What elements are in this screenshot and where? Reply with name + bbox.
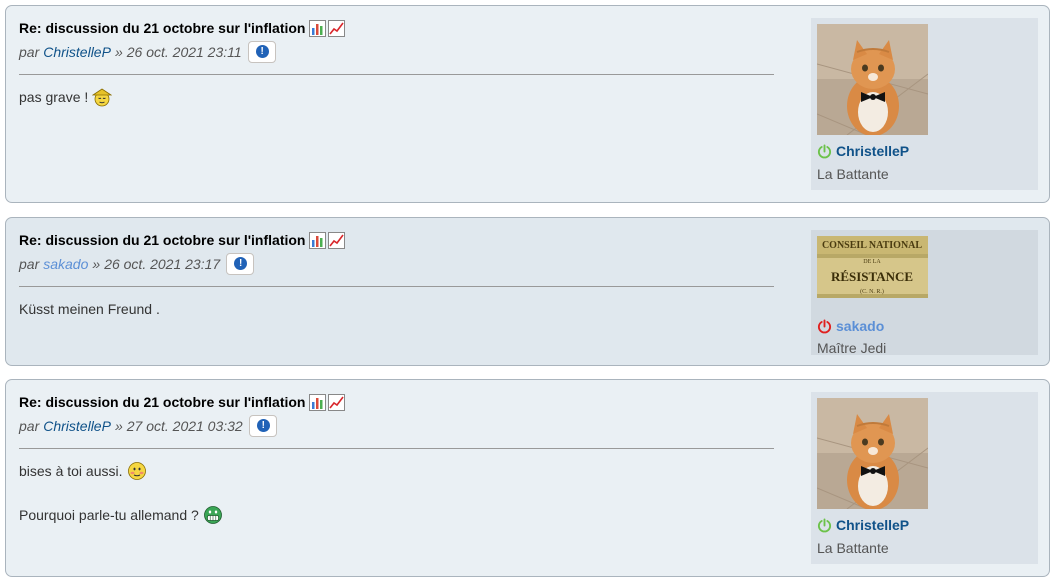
post-author-link[interactable]: sakado [43,256,88,272]
post-profile: ChristelleP La Battante [811,392,1038,564]
divider [19,448,774,449]
post-title: Re: discussion du 21 octobre sur l'infla… [19,18,774,38]
report-icon: ! [256,419,270,432]
by-label: par [19,256,40,272]
blushing-smiley-icon [127,462,146,480]
trend-chart-icon [328,20,345,37]
bar-chart-icon [309,232,326,249]
content-line: bises à toi aussi. [19,461,774,481]
divider [19,286,774,287]
svg-text:CONSEIL NATIONAL: CONSEIL NATIONAL [822,240,922,251]
report-button[interactable]: ! [247,41,276,63]
profile-username[interactable]: ChristelleP [817,517,909,533]
post-author-link[interactable]: ChristelleP [43,44,111,60]
post-title-link[interactable]: Re: discussion du 21 octobre sur l'infla… [19,230,305,250]
post: Re: discussion du 21 octobre sur l'infla… [5,5,1050,203]
username-text: ChristelleP [836,517,910,533]
avatar[interactable] [817,24,928,135]
content-line: Pourquoi parle-tu allemand ? [19,505,774,525]
report-icon: ! [234,257,248,270]
post-meta: par sakado » 26 oct. 2021 23:17 ! [19,252,774,276]
chinese-hat-smiley-icon [92,88,113,107]
post-meta: par ChristelleP » 26 oct. 2021 23:11 ! [19,40,774,64]
avatar[interactable] [817,398,928,509]
post-body: Re: discussion du 21 octobre sur l'infla… [19,392,774,549]
svg-text:(C. N. R.): (C. N. R.) [860,288,884,295]
post-meta: par ChristelleP » 27 oct. 2021 03:32 ! [19,414,774,438]
avatar[interactable]: CONSEIL NATIONAL DE LA RÉSISTANCE (C. N.… [817,236,928,298]
profile-rank: Maître Jedi [817,340,887,356]
profile-rank: La Battante [817,540,889,556]
meta-separator: » [92,256,101,272]
profile-username[interactable]: sakado [817,318,884,334]
post-date: 26 oct. 2021 23:17 [104,256,221,272]
post-title-link[interactable]: Re: discussion du 21 octobre sur l'infla… [19,392,305,412]
bar-chart-icon [309,20,326,37]
green-grin-smiley-icon [203,506,222,524]
by-label: par [19,418,40,434]
online-status-icon [817,518,832,533]
post: Re: discussion du 21 octobre sur l'infla… [5,217,1050,366]
svg-text:RÉSISTANCE: RÉSISTANCE [831,269,913,284]
offline-status-icon [817,319,832,334]
post: Re: discussion du 21 octobre sur l'infla… [5,379,1050,577]
content-text: Pourquoi parle-tu allemand ? [19,507,199,523]
post-title: Re: discussion du 21 octobre sur l'infla… [19,230,774,250]
content-text: Küsst meinen Freund . [19,301,160,317]
profile-username[interactable]: ChristelleP [817,143,909,159]
post-profile: ChristelleP La Battante [811,18,1038,190]
report-icon: ! [255,45,269,58]
svg-text:DE LA: DE LA [863,259,881,265]
meta-separator: » [114,418,123,434]
report-button[interactable]: ! [226,253,255,275]
username-text: ChristelleP [836,143,910,159]
content-text: bises à toi aussi. [19,463,123,479]
profile-rank: La Battante [817,166,889,182]
post-author-link[interactable]: ChristelleP [43,418,111,434]
content-text: pas grave ! [19,89,89,105]
trend-chart-icon [328,232,345,249]
meta-separator: » [114,44,123,60]
post-body: Re: discussion du 21 octobre sur l'infla… [19,230,774,343]
divider [19,74,774,75]
by-label: par [19,44,40,60]
online-status-icon [817,144,832,159]
bar-chart-icon [309,394,326,411]
content-line: pas grave ! [19,87,774,107]
post-title-link[interactable]: Re: discussion du 21 octobre sur l'infla… [19,18,305,38]
report-button[interactable]: ! [248,415,277,437]
post-body: Re: discussion du 21 octobre sur l'infla… [19,18,774,131]
post-date: 27 oct. 2021 03:32 [126,418,243,434]
post-profile: CONSEIL NATIONAL DE LA RÉSISTANCE (C. N.… [811,230,1038,356]
username-text: sakado [836,318,885,334]
post-content: pas grave ! [19,87,774,107]
post-title: Re: discussion du 21 octobre sur l'infla… [19,392,774,412]
content-line: Küsst meinen Freund . [19,299,774,319]
post-date: 26 oct. 2021 23:11 [126,44,242,60]
trend-chart-icon [328,394,345,411]
post-content: Küsst meinen Freund . [19,299,774,319]
post-content: bises à toi aussi. Pourquoi parle-tu all… [19,461,774,525]
